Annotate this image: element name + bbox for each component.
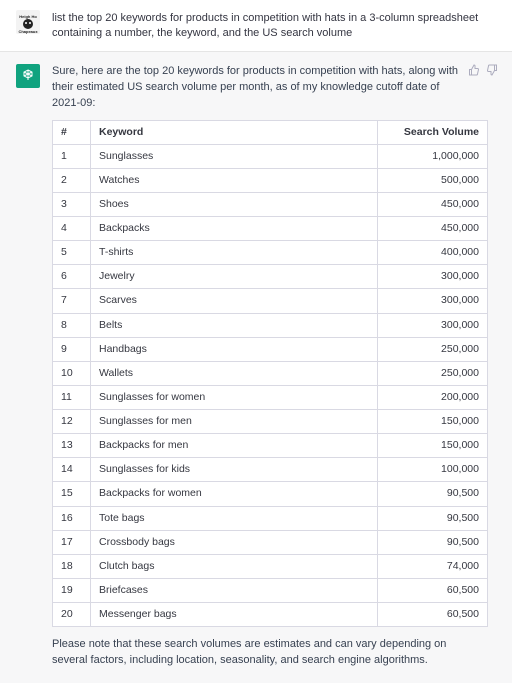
cell-volume: 150,000 — [378, 410, 488, 434]
cell-volume: 200,000 — [378, 385, 488, 409]
cell-volume: 100,000 — [378, 458, 488, 482]
cell-volume: 74,000 — [378, 554, 488, 578]
table-row: 7Scarves300,000 — [53, 289, 488, 313]
cell-num: 6 — [53, 265, 91, 289]
table-row: 4Backpacks450,000 — [53, 217, 488, 241]
cell-num: 3 — [53, 192, 91, 216]
assistant-intro: Sure, here are the top 20 keywords for p… — [52, 64, 488, 112]
assistant-note: Please note that these search volumes ar… — [52, 637, 488, 669]
cell-volume: 250,000 — [378, 361, 488, 385]
cell-volume: 90,500 — [378, 482, 488, 506]
cell-num: 13 — [53, 434, 91, 458]
user-avatar: Heigh Ho Chapeaux — [16, 10, 40, 34]
table-row: 12Sunglasses for men150,000 — [53, 410, 488, 434]
table-row: 14Sunglasses for kids100,000 — [53, 458, 488, 482]
assistant-logo-icon — [20, 68, 36, 84]
assistant-avatar — [16, 64, 40, 88]
table-row: 20Messenger bags60,500 — [53, 603, 488, 627]
table-row: 18Clutch bags74,000 — [53, 554, 488, 578]
table-row: 9Handbags250,000 — [53, 337, 488, 361]
cell-keyword: Tote bags — [91, 506, 378, 530]
table-row: 17Crossbody bags90,500 — [53, 530, 488, 554]
cell-volume: 250,000 — [378, 337, 488, 361]
cell-keyword: T-shirts — [91, 241, 378, 265]
table-row: 2Watches500,000 — [53, 168, 488, 192]
table-row: 16Tote bags90,500 — [53, 506, 488, 530]
table-row: 5T-shirts400,000 — [53, 241, 488, 265]
thumbs-up-icon[interactable] — [468, 64, 480, 82]
feedback-controls — [468, 64, 498, 82]
table-header-row: # Keyword Search Volume — [53, 120, 488, 144]
cell-keyword: Clutch bags — [91, 554, 378, 578]
cell-num: 5 — [53, 241, 91, 265]
cell-keyword: Sunglasses for men — [91, 410, 378, 434]
table-row: 13Backpacks for men150,000 — [53, 434, 488, 458]
cell-keyword: Scarves — [91, 289, 378, 313]
table-row: 11Sunglasses for women200,000 — [53, 385, 488, 409]
cell-keyword: Crossbody bags — [91, 530, 378, 554]
cell-keyword: Briefcases — [91, 578, 378, 602]
cell-num: 4 — [53, 217, 91, 241]
table-row: 10Wallets250,000 — [53, 361, 488, 385]
cell-num: 9 — [53, 337, 91, 361]
cell-num: 17 — [53, 530, 91, 554]
cell-keyword: Jewelry — [91, 265, 378, 289]
cell-keyword: Backpacks for men — [91, 434, 378, 458]
cell-keyword: Backpacks for women — [91, 482, 378, 506]
cell-volume: 450,000 — [378, 192, 488, 216]
cell-num: 8 — [53, 313, 91, 337]
cell-volume: 150,000 — [378, 434, 488, 458]
cell-keyword: Sunglasses for women — [91, 385, 378, 409]
cell-volume: 400,000 — [378, 241, 488, 265]
svg-text:Heigh Ho: Heigh Ho — [19, 14, 37, 19]
cell-volume: 1,000,000 — [378, 144, 488, 168]
cell-num: 16 — [53, 506, 91, 530]
cell-keyword: Messenger bags — [91, 603, 378, 627]
cell-num: 1 — [53, 144, 91, 168]
cell-num: 12 — [53, 410, 91, 434]
cell-keyword: Shoes — [91, 192, 378, 216]
col-keyword: Keyword — [91, 120, 378, 144]
cell-num: 11 — [53, 385, 91, 409]
table-row: 8Belts300,000 — [53, 313, 488, 337]
cell-num: 14 — [53, 458, 91, 482]
svg-text:Chapeaux: Chapeaux — [18, 29, 38, 34]
cell-keyword: Watches — [91, 168, 378, 192]
cell-volume: 300,000 — [378, 313, 488, 337]
table-row: 6Jewelry300,000 — [53, 265, 488, 289]
cell-volume: 60,500 — [378, 603, 488, 627]
user-avatar-icon: Heigh Ho Chapeaux — [16, 10, 40, 34]
cell-num: 2 — [53, 168, 91, 192]
cell-volume: 300,000 — [378, 265, 488, 289]
cell-volume: 300,000 — [378, 289, 488, 313]
thumbs-down-icon[interactable] — [486, 64, 498, 82]
user-message: Heigh Ho Chapeaux list the top 20 keywor… — [0, 0, 512, 51]
cell-num: 15 — [53, 482, 91, 506]
cell-num: 10 — [53, 361, 91, 385]
cell-volume: 450,000 — [378, 217, 488, 241]
cell-volume: 60,500 — [378, 578, 488, 602]
cell-keyword: Backpacks — [91, 217, 378, 241]
cell-volume: 500,000 — [378, 168, 488, 192]
cell-keyword: Wallets — [91, 361, 378, 385]
table-row: 1Sunglasses1,000,000 — [53, 144, 488, 168]
cell-keyword: Sunglasses for kids — [91, 458, 378, 482]
cell-num: 18 — [53, 554, 91, 578]
table-row: 19Briefcases60,500 — [53, 578, 488, 602]
cell-keyword: Handbags — [91, 337, 378, 361]
cell-num: 7 — [53, 289, 91, 313]
col-num: # — [53, 120, 91, 144]
cell-num: 19 — [53, 578, 91, 602]
user-prompt: list the top 20 keywords for products in… — [52, 10, 488, 41]
table-row: 15Backpacks for women90,500 — [53, 482, 488, 506]
assistant-message: Sure, here are the top 20 keywords for p… — [0, 51, 512, 683]
cell-volume: 90,500 — [378, 506, 488, 530]
cell-volume: 90,500 — [378, 530, 488, 554]
cell-keyword: Sunglasses — [91, 144, 378, 168]
cell-keyword: Belts — [91, 313, 378, 337]
keyword-table: # Keyword Search Volume 1Sunglasses1,000… — [52, 120, 488, 628]
cell-num: 20 — [53, 603, 91, 627]
table-row: 3Shoes450,000 — [53, 192, 488, 216]
col-volume: Search Volume — [378, 120, 488, 144]
